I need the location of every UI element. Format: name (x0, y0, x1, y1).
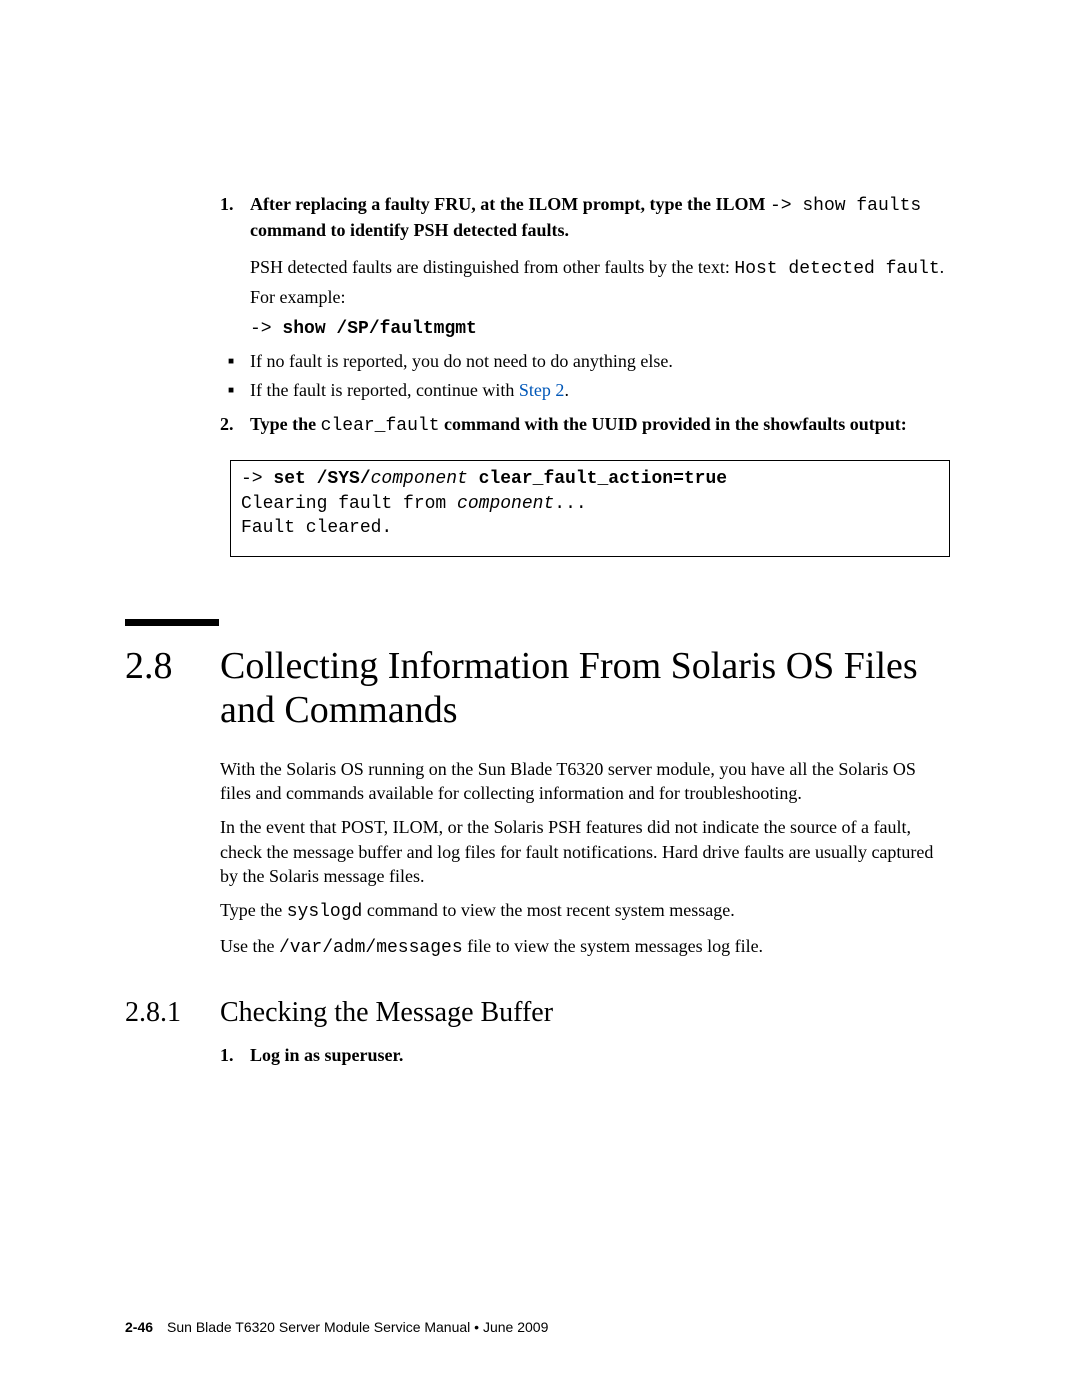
example-arrow: -> (250, 319, 272, 339)
code-cleared: Fault cleared. (241, 518, 392, 538)
main-content: 1. After replacing a faulty FRU, at the … (220, 192, 950, 557)
clear-fault-cmd: clear_fault (321, 416, 440, 436)
section-p3: Type the syslogd command to view the mos… (220, 898, 950, 924)
section-heading: 2.8 Collecting Information From Solaris … (125, 644, 950, 732)
subsection-steps: 1. Log in as superuser. (220, 1043, 950, 1067)
section-p2: In the event that POST, ILOM, or the Sol… (220, 815, 950, 888)
p3-text-a: Type the (220, 900, 287, 920)
psh-note-text: PSH detected faults are distinguished fr… (250, 257, 734, 277)
code-set: set /SYS/ (273, 469, 370, 489)
for-example: For example: (250, 285, 950, 309)
section-title: Collecting Information From Solaris OS F… (220, 645, 950, 732)
period: . (940, 257, 945, 277)
code-arrow: -> (241, 469, 273, 489)
code-component: component (371, 469, 468, 489)
document-page: 1. After replacing a faulty FRU, at the … (0, 0, 1080, 1397)
step2-link[interactable]: Step 2 (519, 380, 565, 400)
sub-step-1: 1. Log in as superuser. (250, 1043, 950, 1067)
subsection-title: Checking the Message Buffer (220, 997, 553, 1029)
step-2: 2. Type the clear_fault command with the… (250, 412, 950, 438)
bullet-list: If no fault is reported, you do not need… (220, 349, 950, 402)
step-number: 1. (220, 1043, 234, 1067)
code-clearing: Clearing fault from (241, 494, 457, 514)
step-number: 1. (220, 192, 234, 216)
section-number: 2.8 (125, 644, 220, 688)
subsection-heading: 2.8.1 Checking the Message Buffer (125, 997, 950, 1029)
bullet-text: If the fault is reported, continue with (250, 380, 519, 400)
footer-text: Sun Blade T6320 Server Module Service Ma… (167, 1319, 548, 1335)
section-divider (125, 619, 219, 626)
p4-text-b: file to view the system messages log fil… (463, 936, 763, 956)
code-component2: component (457, 494, 554, 514)
step-text: After replacing a faulty FRU, at the ILO… (250, 194, 770, 214)
example-cmd-text: show /SP/faultmgmt (272, 319, 477, 339)
section-body: With the Solaris OS running on the Sun B… (220, 757, 950, 961)
step-list-1: 1. After replacing a faulty FRU, at the … (220, 192, 950, 243)
p4-text-a: Use the (220, 936, 279, 956)
code-block: -> set /SYS/component clear_fault_action… (230, 460, 950, 557)
section-p4: Use the /var/adm/messages file to view t… (220, 934, 950, 960)
step-1: 1. After replacing a faulty FRU, at the … (250, 192, 950, 243)
step-text-cont: command with the UUID provided in the sh… (440, 414, 907, 434)
subsection-body: 1. Log in as superuser. (220, 1043, 950, 1067)
code-action: clear_fault_action=true (468, 469, 727, 489)
syslogd-cmd: syslogd (287, 902, 363, 922)
step-number: 2. (220, 412, 234, 436)
subsection-number: 2.8.1 (125, 997, 220, 1029)
code-dots: ... (554, 494, 586, 514)
step-list-2: 2. Type the clear_fault command with the… (220, 412, 950, 438)
example-command: -> show /SP/faultmgmt (250, 315, 950, 341)
page-footer: 2-46 Sun Blade T6320 Server Module Servic… (125, 1319, 548, 1335)
bullet-item-no-fault: If no fault is reported, you do not need… (250, 349, 950, 373)
messages-path: /var/adm/messages (279, 938, 463, 958)
host-detected-fault: Host detected fault (734, 259, 939, 279)
step-text: Log in as superuser. (250, 1045, 403, 1065)
step-text-cont: command to identify PSH detected faults. (250, 220, 569, 240)
step-text: Type the (250, 414, 321, 434)
psh-note: PSH detected faults are distinguished fr… (250, 255, 950, 281)
ilom-arrow: -> (770, 196, 792, 216)
page-number: 2-46 (125, 1319, 153, 1335)
section-p1: With the Solaris OS running on the Sun B… (220, 757, 950, 806)
bullet-period: . (564, 380, 569, 400)
bullet-item-fault: If the fault is reported, continue with … (250, 378, 950, 402)
p3-text-b: command to view the most recent system m… (362, 900, 734, 920)
show-faults-cmd: show faults (792, 196, 922, 216)
